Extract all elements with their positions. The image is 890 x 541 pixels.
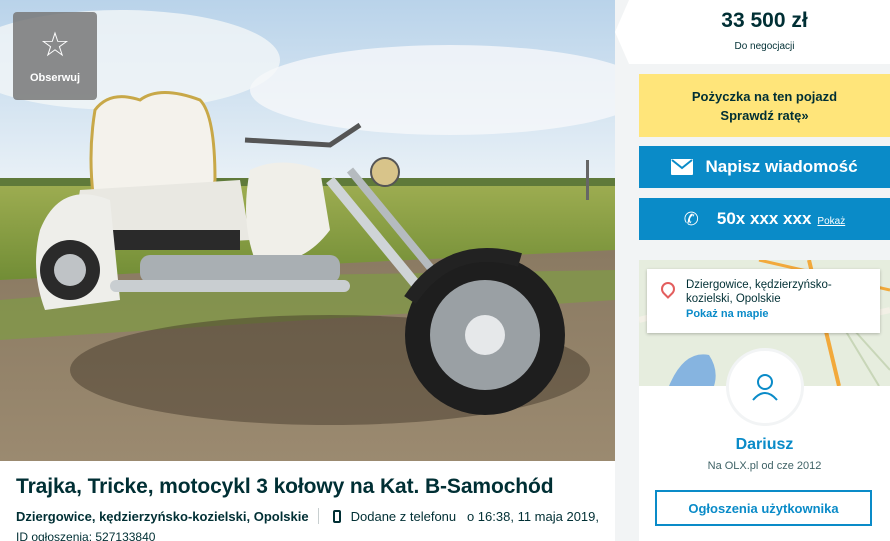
loan-line-1: Pożyczka na ten pojazd: [691, 88, 838, 104]
user-ads-button[interactable]: Ogłoszenia użytkownika: [655, 490, 872, 526]
map-pin-icon: [658, 279, 678, 299]
listing-meta: Dziergowice, kędzierzyńsko-kozielski, Op…: [16, 508, 599, 524]
listing-location[interactable]: Dziergowice, kędzierzyńsko-kozielski, Op…: [16, 509, 309, 524]
listing-title: Trajka, Tricke, motocykl 3 kołowy na Kat…: [16, 475, 554, 498]
envelope-icon: [671, 159, 694, 175]
send-message-label: Napisz wiadomość: [705, 157, 858, 176]
member-since: Na OLX.pl od cze 2012: [707, 460, 822, 472]
phone-number-masked: 50x xxx xxx: [716, 209, 812, 228]
listing-added-date: Dodane z telefonu o 16:38, 11 maja 2019,: [350, 508, 599, 524]
price-box: 33 500 zł Do negocjacji: [615, 0, 890, 64]
seller-card: Dziergowice, kędzierzyńsko-kozielski, Op…: [639, 260, 890, 541]
loan-button[interactable]: Pożyczka na ten pojazd Sprawdź ratę»: [639, 74, 890, 137]
phone-icon: ✆: [683, 208, 699, 229]
listing-header: Trajka, Tricke, motocykl 3 kołowy na Kat…: [0, 461, 615, 541]
show-phone-link[interactable]: Pokaż: [817, 216, 845, 227]
price-value: 33 500 zł: [721, 9, 808, 32]
send-message-button[interactable]: Napisz wiadomość: [639, 146, 890, 188]
price-notch: [615, 0, 629, 64]
user-icon: [752, 374, 778, 401]
meta-divider: [317, 508, 319, 524]
listing-page: ☆ Obserwuj Trajka, Tricke, motocykl 3 ko…: [0, 0, 890, 541]
show-on-map-link[interactable]: Pokaż na mapie: [686, 308, 872, 320]
show-phone-button[interactable]: ✆ 50x xxx xxx Pokaż: [639, 198, 890, 240]
observe-label: Obserwuj: [29, 72, 81, 84]
listing-id: ID ogłoszenia: 527133840: [16, 530, 156, 541]
price-negotiable: Do negocjacji: [734, 41, 795, 52]
location-box: Dziergowice, kędzierzyńsko-kozielski, Op…: [647, 269, 880, 333]
seller-location: Dziergowice, kędzierzyńsko-kozielski, Op…: [686, 279, 832, 305]
seller-name[interactable]: Dariusz: [639, 436, 890, 454]
mobile-phone-icon: [332, 509, 341, 523]
listing-photo[interactable]: ☆ Obserwuj: [0, 0, 615, 461]
observe-button[interactable]: ☆ Obserwuj: [13, 12, 97, 100]
loan-line-2: Sprawdź ratę»: [720, 107, 809, 123]
right-column: 33 500 zł Do negocjacji Pożyczka na ten …: [615, 0, 890, 541]
avatar[interactable]: [726, 348, 804, 426]
star-icon: ☆: [39, 26, 71, 64]
